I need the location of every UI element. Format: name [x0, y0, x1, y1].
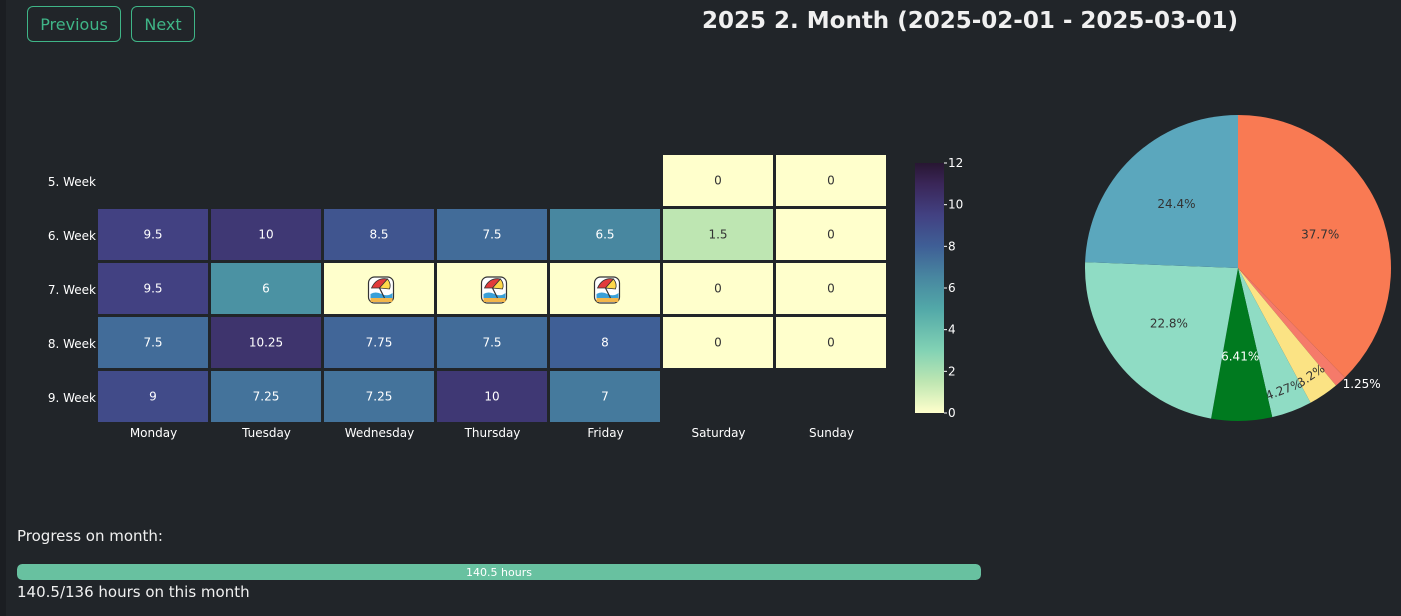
heatmap-column-label: Monday — [130, 426, 177, 440]
heatmap-cell-value: 0 — [827, 336, 835, 350]
heatmap-cell-value: 0 — [827, 174, 835, 188]
heatmap-column-label: Friday — [587, 426, 623, 440]
heatmap-cell-value: 6 — [262, 282, 270, 296]
beach-umbrella-icon — [367, 276, 395, 304]
heatmap-cell-value: 7.5 — [482, 228, 501, 242]
beach-umbrella-icon — [593, 276, 621, 304]
heatmap-cell-value: 0 — [827, 282, 835, 296]
pie-slice-label: 1.25% — [1343, 377, 1381, 391]
heatmap-cell-value: 0 — [714, 174, 722, 188]
pie-slice — [1085, 262, 1238, 419]
progress-summary: 140.5/136 hours on this month — [17, 583, 250, 601]
heatmap-cell-value: 10.25 — [249, 336, 283, 350]
heatmap-column-label: Tuesday — [241, 426, 291, 440]
heatmap-cell-value: 0 — [827, 228, 835, 242]
heatmap-cell-value: 9.5 — [143, 228, 162, 242]
hours-heatmap: 5. Week 6. Week 7. Week 8. Week 9. Week Monda… — [48, 155, 963, 440]
heatmap-cell-value: 9.5 — [143, 282, 162, 296]
beach-umbrella-icon — [480, 276, 508, 304]
heatmap-cell-value: 7.75 — [366, 336, 393, 350]
heatmap-cell-value: 10 — [484, 390, 499, 404]
heatmap-cell-value: 10 — [258, 228, 273, 242]
colorbar-tick-label: 0 — [948, 406, 956, 420]
heatmap-cell-value: 1.5 — [708, 228, 727, 242]
heatmap-cell-value: 7.25 — [253, 390, 280, 404]
heatmap-column-label: Wednesday — [345, 426, 414, 440]
heatmap-cell-value: 7.5 — [143, 336, 162, 350]
heatmap-cell-value: 8 — [601, 336, 609, 350]
heatmap-cell-value: 0 — [714, 282, 722, 296]
progress-label: Progress on month: — [17, 527, 163, 545]
category-pie-chart: 37.7%1.25%3.2%4.27%6.41%22.8%24.4% — [1085, 115, 1391, 421]
colorbar-tick-label: 4 — [948, 323, 956, 337]
heatmap-cell-value: 8.5 — [369, 228, 388, 242]
pie-slice-label: 22.8% — [1150, 317, 1188, 331]
heatmap-cell-value: 7.25 — [366, 390, 393, 404]
heatmap-cell-value: 0 — [714, 336, 722, 350]
heatmap-cell-value: 7 — [601, 390, 609, 404]
heatmap-column-label: Sunday — [809, 426, 854, 440]
colorbar-tick-label: 8 — [948, 239, 956, 253]
heatmap-column-label: Saturday — [691, 426, 745, 440]
pie-slice-label: 24.4% — [1157, 197, 1195, 211]
heatmap-row-label: 8. Week — [48, 337, 96, 351]
colorbar-tick-label: 6 — [948, 281, 956, 295]
pie-slice-label: 37.7% — [1301, 228, 1339, 242]
pie-slice — [1085, 115, 1238, 268]
colorbar-tick-label: 10 — [948, 198, 963, 212]
pie-slice-label: 6.41% — [1221, 350, 1259, 364]
heatmap-colorbar — [915, 163, 944, 413]
heatmap-cell-value: 7.5 — [482, 336, 501, 350]
colorbar-tick-label: 12 — [948, 156, 963, 170]
heatmap-row-label: 9. Week — [48, 391, 96, 405]
heatmap-row-label: 7. Week — [48, 283, 96, 297]
progress-bar-fill: 140.5 hours — [17, 564, 981, 580]
progress-bar: 140.5 hours — [17, 564, 981, 580]
heatmap-row-label: 5. Week — [48, 175, 96, 189]
heatmap-column-label: Thursday — [464, 426, 521, 440]
colorbar-tick-label: 2 — [948, 364, 956, 378]
heatmap-row-label: 6. Week — [48, 229, 96, 243]
heatmap-cell-value: 9 — [149, 390, 157, 404]
heatmap-cell-value: 6.5 — [595, 228, 614, 242]
